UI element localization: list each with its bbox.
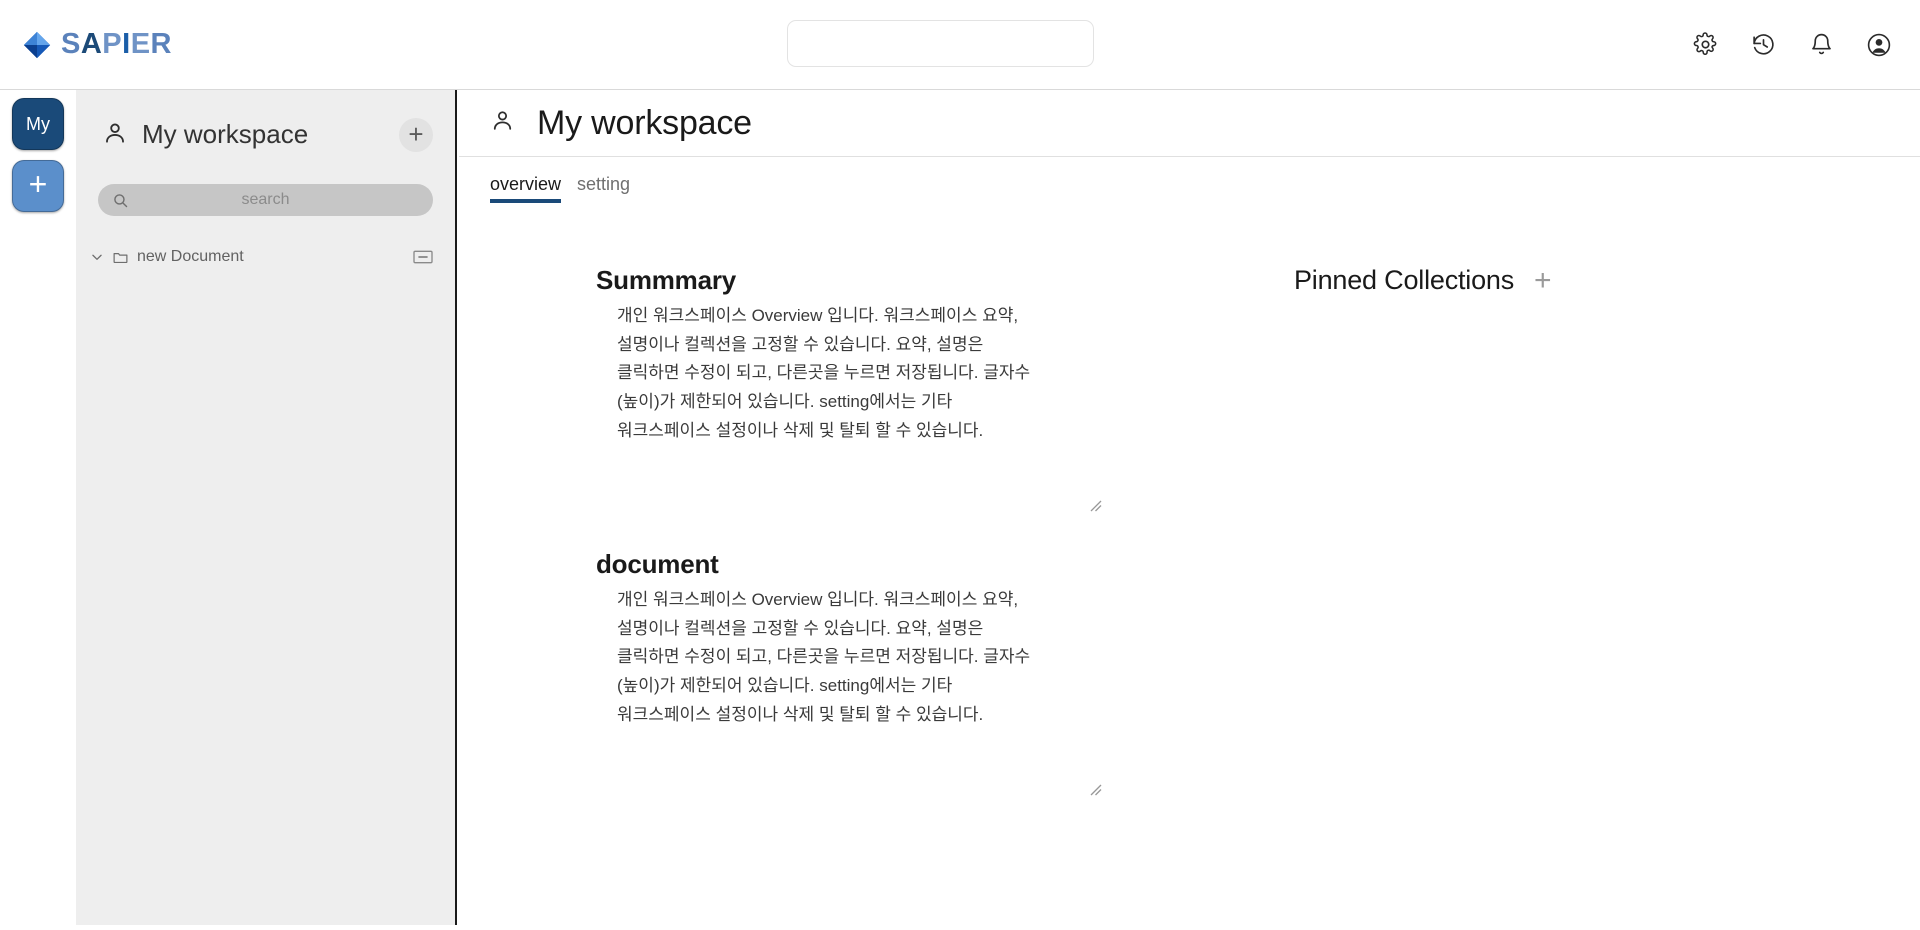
workspace-rail: My + <box>0 90 76 930</box>
folder-icon <box>112 249 129 266</box>
tab-setting[interactable]: setting <box>577 175 630 203</box>
sidebar-tree: new Document <box>76 242 455 272</box>
document-heading: document <box>596 549 719 579</box>
overview-left-column: Summmary 개인 워크스페이스 Overview 입니다. 워크스페이스 … <box>596 265 1236 801</box>
page-title: My workspace <box>537 103 752 142</box>
rail-add-workspace-button[interactable]: + <box>12 160 64 212</box>
top-bar: SAPIER <box>0 0 1920 90</box>
sidebar-search-input[interactable] <box>98 184 433 216</box>
resize-grip-icon[interactable] <box>1088 495 1104 512</box>
brand-logo[interactable]: SAPIER <box>22 30 172 60</box>
topbar-actions <box>1688 28 1896 62</box>
overview-right-column: Pinned Collections + <box>1236 265 1796 801</box>
rail-item-my-workspace[interactable]: My <box>12 98 64 150</box>
sidebar-search-wrap <box>76 184 455 216</box>
tab-bar: overview setting <box>459 169 1920 203</box>
document-editable-text[interactable]: 개인 워크스페이스 Overview 입니다. 워크스페이스 요약, 설명이나 … <box>596 586 1116 801</box>
person-icon <box>102 120 128 151</box>
notifications-button[interactable] <box>1804 28 1838 62</box>
main-content: My workspace overview setting Summmary 개… <box>459 90 1920 930</box>
bell-icon <box>1811 33 1831 55</box>
resize-grip-icon[interactable] <box>1088 779 1104 796</box>
summary-editable-text[interactable]: 개인 워크스페이스 Overview 입니다. 워크스페이스 요약, 설명이나 … <box>596 302 1116 517</box>
summary-body: 개인 워크스페이스 Overview 입니다. 워크스페이스 요약, 설명이나 … <box>617 306 1031 440</box>
pinned-collections-add-button[interactable]: + <box>1534 265 1552 296</box>
gear-icon <box>1693 32 1716 55</box>
sidebar-panel: My workspace + search new Document <box>76 90 457 925</box>
account-circle-icon <box>1867 33 1891 56</box>
sidebar-add-button[interactable]: + <box>399 118 433 152</box>
account-button[interactable] <box>1862 28 1896 62</box>
main-header: My workspace <box>459 90 1920 157</box>
sidebar-workspace-title: My workspace <box>142 119 309 150</box>
brand-name: SAPIER <box>61 28 172 60</box>
collapse-rectangle-icon[interactable] <box>413 250 433 264</box>
plus-icon: + <box>408 118 424 149</box>
tree-item-new-document[interactable]: new Document <box>76 242 455 272</box>
overview-grid: Summmary 개인 워크스페이스 Overview 입니다. 워크스페이스 … <box>459 203 1920 801</box>
diamond-gem-icon <box>23 31 51 58</box>
pinned-collections-title: Pinned Collections <box>1294 265 1515 295</box>
search-icon <box>112 192 129 209</box>
sidebar-search[interactable] <box>98 184 433 216</box>
tab-overview[interactable]: overview <box>490 175 562 203</box>
summary-section: Summmary 개인 워크스페이스 Overview 입니다. 워크스페이스 … <box>596 265 1236 517</box>
rail-item-label: My <box>26 113 50 134</box>
sidebar-workspace-header: My workspace + <box>76 90 455 180</box>
pinned-collections-header: Pinned Collections + <box>1294 265 1796 296</box>
summary-heading: Summmary <box>596 265 737 295</box>
settings-button[interactable] <box>1688 28 1722 62</box>
person-icon <box>490 108 515 138</box>
tree-item-label: new Document <box>137 248 244 265</box>
document-body: 개인 워크스페이스 Overview 입니다. 워크스페이스 요약, 설명이나 … <box>617 590 1031 724</box>
plus-icon: + <box>28 166 48 202</box>
history-clock-icon <box>1752 34 1774 55</box>
global-search-input[interactable] <box>787 20 1094 67</box>
chevron-down-icon[interactable] <box>90 250 104 264</box>
history-button[interactable] <box>1746 28 1780 62</box>
document-section: document 개인 워크스페이스 Overview 입니다. 워크스페이스 … <box>596 549 1236 801</box>
